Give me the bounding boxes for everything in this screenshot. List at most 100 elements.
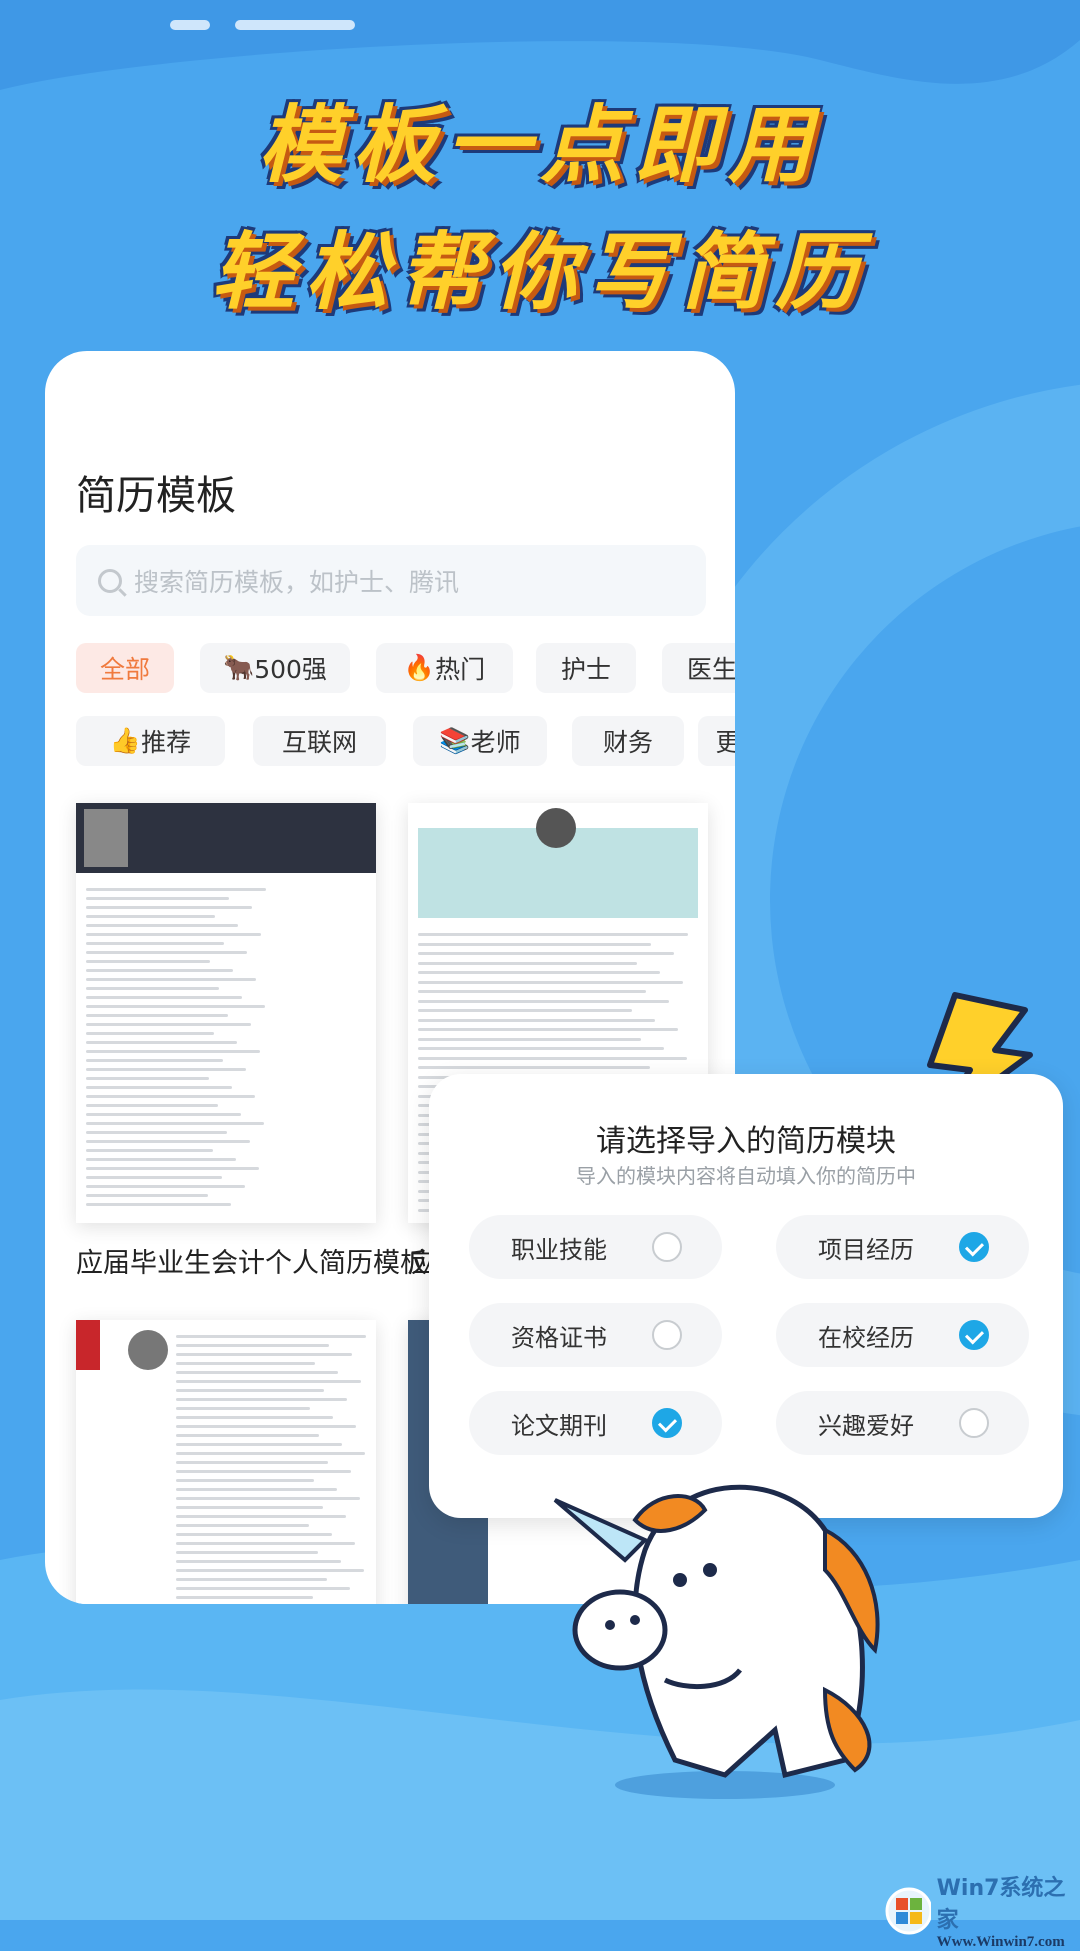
text-line: [418, 942, 651, 946]
option-label: 在校经历: [818, 1323, 914, 1352]
chip-label: 医生: [686, 655, 735, 684]
text-line: [86, 969, 233, 972]
text-line: [86, 1095, 255, 1098]
option-label: 资格证书: [511, 1323, 607, 1352]
checkbox-unchecked-icon[interactable]: [959, 1408, 989, 1438]
text-line: [86, 1113, 241, 1116]
chip-label: 500强: [254, 655, 327, 684]
filter-chip[interactable]: 👍 推荐: [76, 716, 225, 766]
text-line: [176, 1479, 314, 1482]
chip-label: 全部: [99, 655, 150, 684]
template-thumbnail-3[interactable]: [76, 1320, 376, 1604]
dialog-subtitle: 导入的模块内容将自动填入你的简历中: [576, 1164, 916, 1188]
filter-chip[interactable]: 🐂 500强: [200, 643, 350, 693]
dialog-title: 请选择导入的简历模块: [596, 1124, 896, 1159]
filter-chip[interactable]: 财务: [572, 716, 684, 766]
text-line: [418, 1037, 641, 1041]
headline-line1: 模板一点即用: [257, 96, 822, 194]
text-line: [418, 1018, 655, 1022]
text-line: [86, 915, 215, 918]
text-line: [418, 980, 683, 984]
text-line: [176, 1407, 310, 1410]
watermark: Win7系统之家 Www.Winwin7.com: [885, 1870, 1080, 1951]
text-line: [86, 1149, 213, 1152]
text-line: [86, 1122, 264, 1125]
text-line: [176, 1488, 337, 1491]
template-thumbnail-1[interactable]: [76, 803, 376, 1223]
text-line: [86, 996, 242, 999]
checkbox-checked-icon[interactable]: [959, 1232, 989, 1262]
filter-chip[interactable]: 医生: [662, 643, 735, 693]
text-line: [176, 1587, 350, 1590]
text-line: [176, 1443, 342, 1446]
search-placeholder: 搜索简历模板，如护士、腾讯: [134, 567, 460, 597]
text-line: [176, 1425, 356, 1428]
filter-chip[interactable]: 护士: [536, 643, 636, 693]
chip-emoji-icon: 🐂: [223, 653, 255, 682]
text-line: [176, 1578, 327, 1581]
text-line: [418, 1047, 664, 1050]
checkbox-unchecked-icon[interactable]: [652, 1320, 682, 1350]
chip-label: 推荐: [141, 728, 192, 757]
search-icon: [98, 568, 122, 593]
text-line: [86, 1104, 218, 1107]
text-line: [86, 951, 247, 954]
text-line: [86, 1185, 245, 1188]
chip-label: 老师: [470, 728, 521, 757]
text-line: [176, 1371, 338, 1374]
text-line: [418, 971, 660, 974]
chip-label: 财务: [602, 728, 653, 757]
watermark-url: Www.Winwin7.com: [936, 1934, 1065, 1950]
text-line: [86, 1050, 260, 1053]
text-line: [86, 924, 238, 927]
module-option[interactable]: 资格证书: [469, 1303, 722, 1367]
text-line: [176, 1452, 365, 1455]
headline-line2: 轻松帮你写简历: [210, 223, 869, 321]
watermark-brand: Win7系统之家: [936, 1876, 1066, 1933]
text-line: [176, 1551, 318, 1554]
chip-emoji-icon: 👍: [109, 726, 142, 755]
filter-chip[interactable]: 全部: [76, 643, 174, 693]
text-line: [418, 1009, 632, 1012]
chip-label: 护士: [560, 655, 611, 684]
module-option[interactable]: 在校经历: [776, 1303, 1029, 1367]
chip-label: 互联网: [281, 728, 357, 757]
module-option[interactable]: 项目经历: [776, 1215, 1029, 1279]
filter-chip[interactable]: 🔥 热门: [376, 643, 513, 693]
text-line: [176, 1461, 328, 1464]
text-line: [86, 1005, 265, 1008]
text-line: [176, 1569, 364, 1572]
filter-chip[interactable]: 更: [698, 716, 735, 766]
text-line: [176, 1560, 341, 1563]
text-line: [176, 1524, 309, 1527]
filter-chip[interactable]: 📚 老师: [413, 716, 547, 766]
text-line: [176, 1596, 313, 1599]
checkbox-checked-icon[interactable]: [959, 1320, 989, 1350]
text-line: [176, 1497, 360, 1500]
text-line: [176, 1380, 361, 1383]
module-option[interactable]: 职业技能: [469, 1215, 722, 1279]
text-line: [86, 1140, 250, 1143]
text-line: [176, 1353, 352, 1356]
windows-logo-icon: [885, 1887, 931, 1934]
text-line: [86, 1041, 237, 1044]
chip-label: 更: [715, 728, 735, 757]
text-line: [176, 1470, 351, 1473]
template-caption[interactable]: 应届毕业生会计个人简历模板: [76, 1241, 427, 1280]
text-line: [86, 987, 219, 990]
chip-label: 热门: [435, 655, 486, 684]
text-line: [86, 1131, 227, 1134]
text-line: [418, 1028, 678, 1031]
chip-emoji-icon: 📚: [439, 726, 471, 755]
text-line: [418, 952, 674, 955]
text-line: [86, 1032, 214, 1035]
text-line: [86, 1194, 208, 1197]
search-input[interactable]: 搜索简历模板，如护士、腾讯: [76, 545, 706, 616]
text-line: [176, 1398, 347, 1401]
filter-chip[interactable]: 互联网: [253, 716, 386, 766]
text-line: [176, 1362, 315, 1365]
checkbox-unchecked-icon[interactable]: [652, 1232, 682, 1262]
chip-emoji-icon: 🔥: [403, 653, 436, 682]
option-label: 职业技能: [511, 1235, 607, 1264]
page-title: 简历模板: [76, 473, 236, 519]
